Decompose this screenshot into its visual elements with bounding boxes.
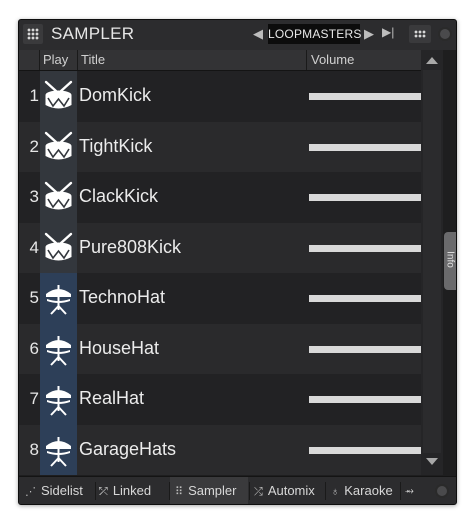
grid-icon	[27, 28, 39, 40]
expand-icon: ⥇	[405, 485, 414, 497]
scroll-up-icon[interactable]	[426, 57, 438, 64]
play-pad-button[interactable]	[40, 71, 77, 122]
sample-title: TightKick	[79, 135, 153, 156]
sampler-header: SAMPLER ◀ LOOPMASTERS ▶ ▶|	[19, 20, 456, 50]
info-side-tab[interactable]: Info	[444, 232, 456, 290]
play-pad-button[interactable]	[40, 222, 77, 273]
sample-list: 1 DomKick 2 TightKick 3 ClackKick 4 Pure808Kick…	[19, 71, 421, 475]
column-header-volume[interactable]: Volume	[311, 52, 354, 67]
row-number: 3	[29, 187, 39, 206]
sample-title: Pure808Kick	[79, 236, 182, 257]
column-divider	[306, 50, 307, 70]
sample-row[interactable]: 4 Pure808Kick	[19, 222, 421, 273]
tab-label: Automix	[267, 483, 315, 498]
sample-title: GarageHats	[79, 438, 177, 459]
column-headers: Play Title Volume	[19, 50, 431, 71]
toolbar-divider	[95, 482, 96, 500]
tab-linked[interactable]: ⤱ Linked	[99, 477, 152, 504]
sidelist-icon: ⋰	[25, 486, 36, 498]
row-number: 6	[29, 338, 39, 358]
tab-karaoke[interactable]: ♁ Karaoke	[331, 477, 393, 504]
grid-icon	[414, 30, 426, 38]
play-pad-button[interactable]	[40, 273, 77, 324]
options-knob[interactable]	[435, 484, 449, 498]
shuffle-icon: ⤮	[254, 486, 263, 498]
volume-slider[interactable]	[309, 396, 421, 403]
tab-label: Sampler	[188, 483, 237, 498]
play-pad-button[interactable]	[40, 424, 77, 475]
expand-panel-button[interactable]: ⥇	[405, 477, 414, 504]
volume-slider[interactable]	[309, 93, 421, 100]
layout-toggle-button[interactable]	[409, 25, 431, 43]
sample-row[interactable]: 1 DomKick	[19, 71, 421, 122]
menu-grid-button[interactable]	[23, 24, 43, 44]
tab-label: Linked	[112, 483, 152, 498]
sample-title: RealHat	[79, 388, 145, 408]
sample-row[interactable]: 3 ClackKick	[19, 172, 421, 223]
tab-label: Sidelist	[41, 483, 83, 498]
volume-slider[interactable]	[309, 143, 421, 151]
sample-title: DomKick	[79, 85, 152, 105]
panel-title: SAMPLER	[51, 24, 135, 43]
row-number: 7	[29, 389, 39, 408]
sample-row[interactable]: 5 TechnoHat	[19, 273, 421, 324]
microphone-icon: ♁	[331, 486, 340, 498]
row-number: 8	[29, 439, 39, 459]
sample-row[interactable]: 6 HouseHat	[19, 323, 421, 374]
column-header-title[interactable]: Title	[81, 52, 105, 67]
sample-row[interactable]: 8 GarageHats	[19, 424, 421, 475]
play-pad-button[interactable]	[40, 323, 77, 374]
volume-slider[interactable]	[309, 194, 421, 201]
play-pad-button[interactable]	[40, 121, 77, 172]
toolbar-divider	[400, 482, 401, 500]
scrollbar[interactable]	[421, 50, 443, 475]
tab-sampler[interactable]: ⠿ Sampler	[170, 477, 248, 504]
sample-row[interactable]: 2 TightKick	[19, 121, 421, 172]
column-divider	[77, 50, 78, 70]
volume-slider[interactable]	[309, 446, 421, 454]
next-bank-button[interactable]: ▶	[364, 26, 374, 42]
sample-title: ClackKick	[79, 186, 159, 206]
column-divider	[39, 50, 40, 70]
linked-icon: ⤱	[99, 486, 108, 498]
sample-title: HouseHat	[79, 337, 160, 358]
bank-selector[interactable]: LOOPMASTERS	[268, 24, 361, 44]
grid-icon: ⠿	[175, 486, 184, 498]
row-number: 5	[29, 288, 39, 307]
column-header-play[interactable]: Play	[43, 52, 68, 67]
scroll-track[interactable]	[423, 70, 441, 453]
scroll-down-icon[interactable]	[426, 458, 438, 465]
sampler-window: SAMPLER ◀ LOOPMASTERS ▶ ▶| Play Title Vo…	[18, 19, 457, 505]
bottom-toolbar: ⋰ Sidelist ⤱ Linked ⠿ Sampler ⤮ Automix ♁ Kar…	[19, 476, 456, 504]
volume-slider[interactable]	[309, 295, 421, 302]
sample-title: TechnoHat	[79, 287, 166, 307]
volume-slider[interactable]	[309, 345, 421, 353]
tab-automix[interactable]: ⤮ Automix	[254, 477, 315, 504]
skip-forward-button[interactable]: ▶|	[382, 25, 394, 39]
sample-row[interactable]: 7 RealHat	[19, 374, 421, 425]
toolbar-divider	[249, 482, 250, 500]
row-number: 1	[29, 86, 39, 105]
options-knob[interactable]	[438, 27, 452, 41]
row-number: 2	[29, 136, 39, 156]
row-number: 4	[29, 237, 39, 257]
info-tab-label: Info	[444, 251, 456, 268]
play-pad-button[interactable]	[40, 172, 77, 223]
previous-bank-button[interactable]: ◀	[253, 26, 263, 42]
volume-slider[interactable]	[309, 244, 421, 252]
tab-label: Karaoke	[344, 483, 393, 498]
tab-sidelist[interactable]: ⋰ Sidelist	[25, 477, 83, 504]
play-pad-button[interactable]	[40, 374, 77, 425]
toolbar-divider	[325, 482, 326, 500]
